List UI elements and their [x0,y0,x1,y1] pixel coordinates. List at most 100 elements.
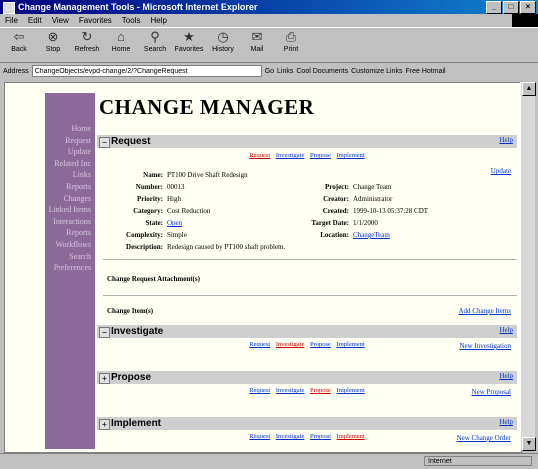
request-section-header[interactable]: − Request Help [97,135,517,148]
refresh-icon: ↻ [81,29,93,44]
nav-propose[interactable]: Propose [310,433,331,440]
divider [103,259,517,260]
sidebar-item[interactable]: Reports [45,227,95,239]
nav-propose[interactable]: Propose [310,341,331,348]
security-zone: Internet [424,456,532,466]
state-link[interactable]: Open [167,219,182,227]
field-value: 1999-10-13 05:37:28 CDT [353,207,429,215]
sidebar-item[interactable]: Search [45,251,95,263]
scroll-up-icon[interactable]: ▲ [522,82,536,96]
divider [103,295,517,296]
history-button[interactable]: ◷ History [208,28,238,62]
collapse-icon[interactable]: − [99,327,110,338]
investigate-help-link[interactable]: Help [499,326,513,334]
new-proposal-link[interactable]: New Proposal [472,388,511,396]
propose-section-header[interactable]: + Propose Help [97,371,517,384]
implement-section-header[interactable]: + Implement Help [97,417,517,430]
nav-request[interactable]: Request [249,152,270,159]
ie-app-icon [3,2,15,14]
vertical-scrollbar[interactable]: ▲ ▼ [520,82,536,451]
update-link[interactable]: Update [491,167,511,175]
nav-request[interactable]: Request [249,433,270,440]
sidebar-item[interactable]: Interactions [45,216,95,228]
favorites-button[interactable]: ★ Favorites [174,28,204,62]
menu-edit[interactable]: Edit [23,16,47,25]
back-button[interactable]: ⇦ Back [4,28,34,62]
stop-button[interactable]: ⊗ Stop [38,28,68,62]
menu-file[interactable]: File [0,16,23,25]
location-link[interactable]: ChangeTeam [353,231,390,239]
sidebar-item[interactable]: Linked Items [45,204,95,216]
add-change-items-link[interactable]: Add Change Items [459,307,512,315]
nav-propose[interactable]: Propose [310,152,331,159]
scroll-down-icon[interactable]: ▼ [522,437,536,451]
refresh-button[interactable]: ↻ Refresh [72,28,102,62]
mail-button[interactable]: ✉ Mail [242,28,272,62]
nav-investigate[interactable]: Investigate [276,152,305,159]
address-bar: Address Go Links Cool Documents Customiz… [0,64,538,78]
home-button[interactable]: ⌂ Home [106,28,136,62]
field-value: Administrator [353,195,393,203]
sidebar-item[interactable]: Links [45,169,95,181]
sidebar-item[interactable]: Reports [45,181,95,193]
nav-implement[interactable]: Implement [337,152,365,159]
menu-help[interactable]: Help [145,16,171,25]
window-title: Change Management Tools - Microsoft Inte… [18,2,258,12]
menu-favorites[interactable]: Favorites [74,16,117,25]
menu-view[interactable]: View [47,16,74,25]
nav-investigate[interactable]: Investigate [276,433,305,440]
request-help-link[interactable]: Help [499,136,513,144]
sidebar-item[interactable]: Preferences [45,262,95,274]
sidebar-item[interactable]: Home [45,123,95,135]
sidebar-item[interactable]: Update [45,146,95,158]
collapse-icon[interactable]: − [99,137,110,148]
nav-implement[interactable]: Implement [337,341,365,348]
collapse-icon[interactable]: + [99,419,110,430]
go-button[interactable]: Go [265,68,274,75]
nav-implement[interactable]: Implement [337,433,365,440]
sidebar-item[interactable]: Related Inc [45,158,95,170]
investigate-section-header[interactable]: − Investigate Help [97,325,517,338]
print-button[interactable]: ⎙ Print [276,28,306,62]
link-customize-links[interactable]: Customize Links [351,68,402,75]
nav-request[interactable]: Request [249,387,270,394]
nav-request[interactable]: Request [249,341,270,348]
sidebar: Home Request Update Related Inc Links Re… [45,93,95,449]
implement-help-link[interactable]: Help [499,418,513,426]
minimize-button[interactable]: _ [486,1,502,14]
link-cool-documents[interactable]: Cool Documents [296,68,348,75]
attachments-heading: Change Request Attachment(s) [107,275,200,283]
sidebar-item[interactable]: Workflows [45,239,95,251]
field-label: Name: [143,171,163,179]
propose-help-link[interactable]: Help [499,372,513,380]
new-change-order-link[interactable]: New Change Order [457,434,511,442]
nav-investigate[interactable]: Investigate [276,341,305,348]
nav-investigate[interactable]: Investigate [276,387,305,394]
search-button[interactable]: ⚲ Search [140,28,170,62]
field-label: State: [145,219,164,227]
request-header: Request [111,136,151,147]
favorites-icon: ★ [183,29,195,44]
sidebar-item[interactable]: Request [45,135,95,147]
mail-icon: ✉ [251,29,263,44]
field-value: Simple [167,231,187,239]
home-icon: ⌂ [117,29,125,44]
sidebar-item[interactable]: Changes [45,193,95,205]
collapse-icon[interactable]: + [99,373,110,384]
field-value: High [167,195,181,203]
close-button[interactable]: × [520,1,536,14]
maximize-button[interactable]: □ [503,1,519,14]
description-value: Redesign caused by PT100 shaft problem. [167,243,286,251]
stop-icon: ⊗ [47,29,59,44]
status-bar: Internet [0,453,538,469]
print-icon: ⎙ [285,29,297,44]
address-input[interactable] [31,65,262,77]
menu-tools[interactable]: Tools [117,16,146,25]
request-stage-nav: Request Investigate Propose Implement [97,152,517,159]
nav-propose[interactable]: Propose [310,387,331,394]
browser-toolbar: ⇦ Back ⊗ Stop ↻ Refresh ⌂ Home ⚲ Search ★ Favo… [0,27,538,63]
new-investigation-link[interactable]: New Investigation [459,342,511,350]
link-free-hotmail[interactable]: Free Hotmail [405,68,445,75]
windows-logo-icon [512,14,538,28]
nav-implement[interactable]: Implement [337,387,365,394]
